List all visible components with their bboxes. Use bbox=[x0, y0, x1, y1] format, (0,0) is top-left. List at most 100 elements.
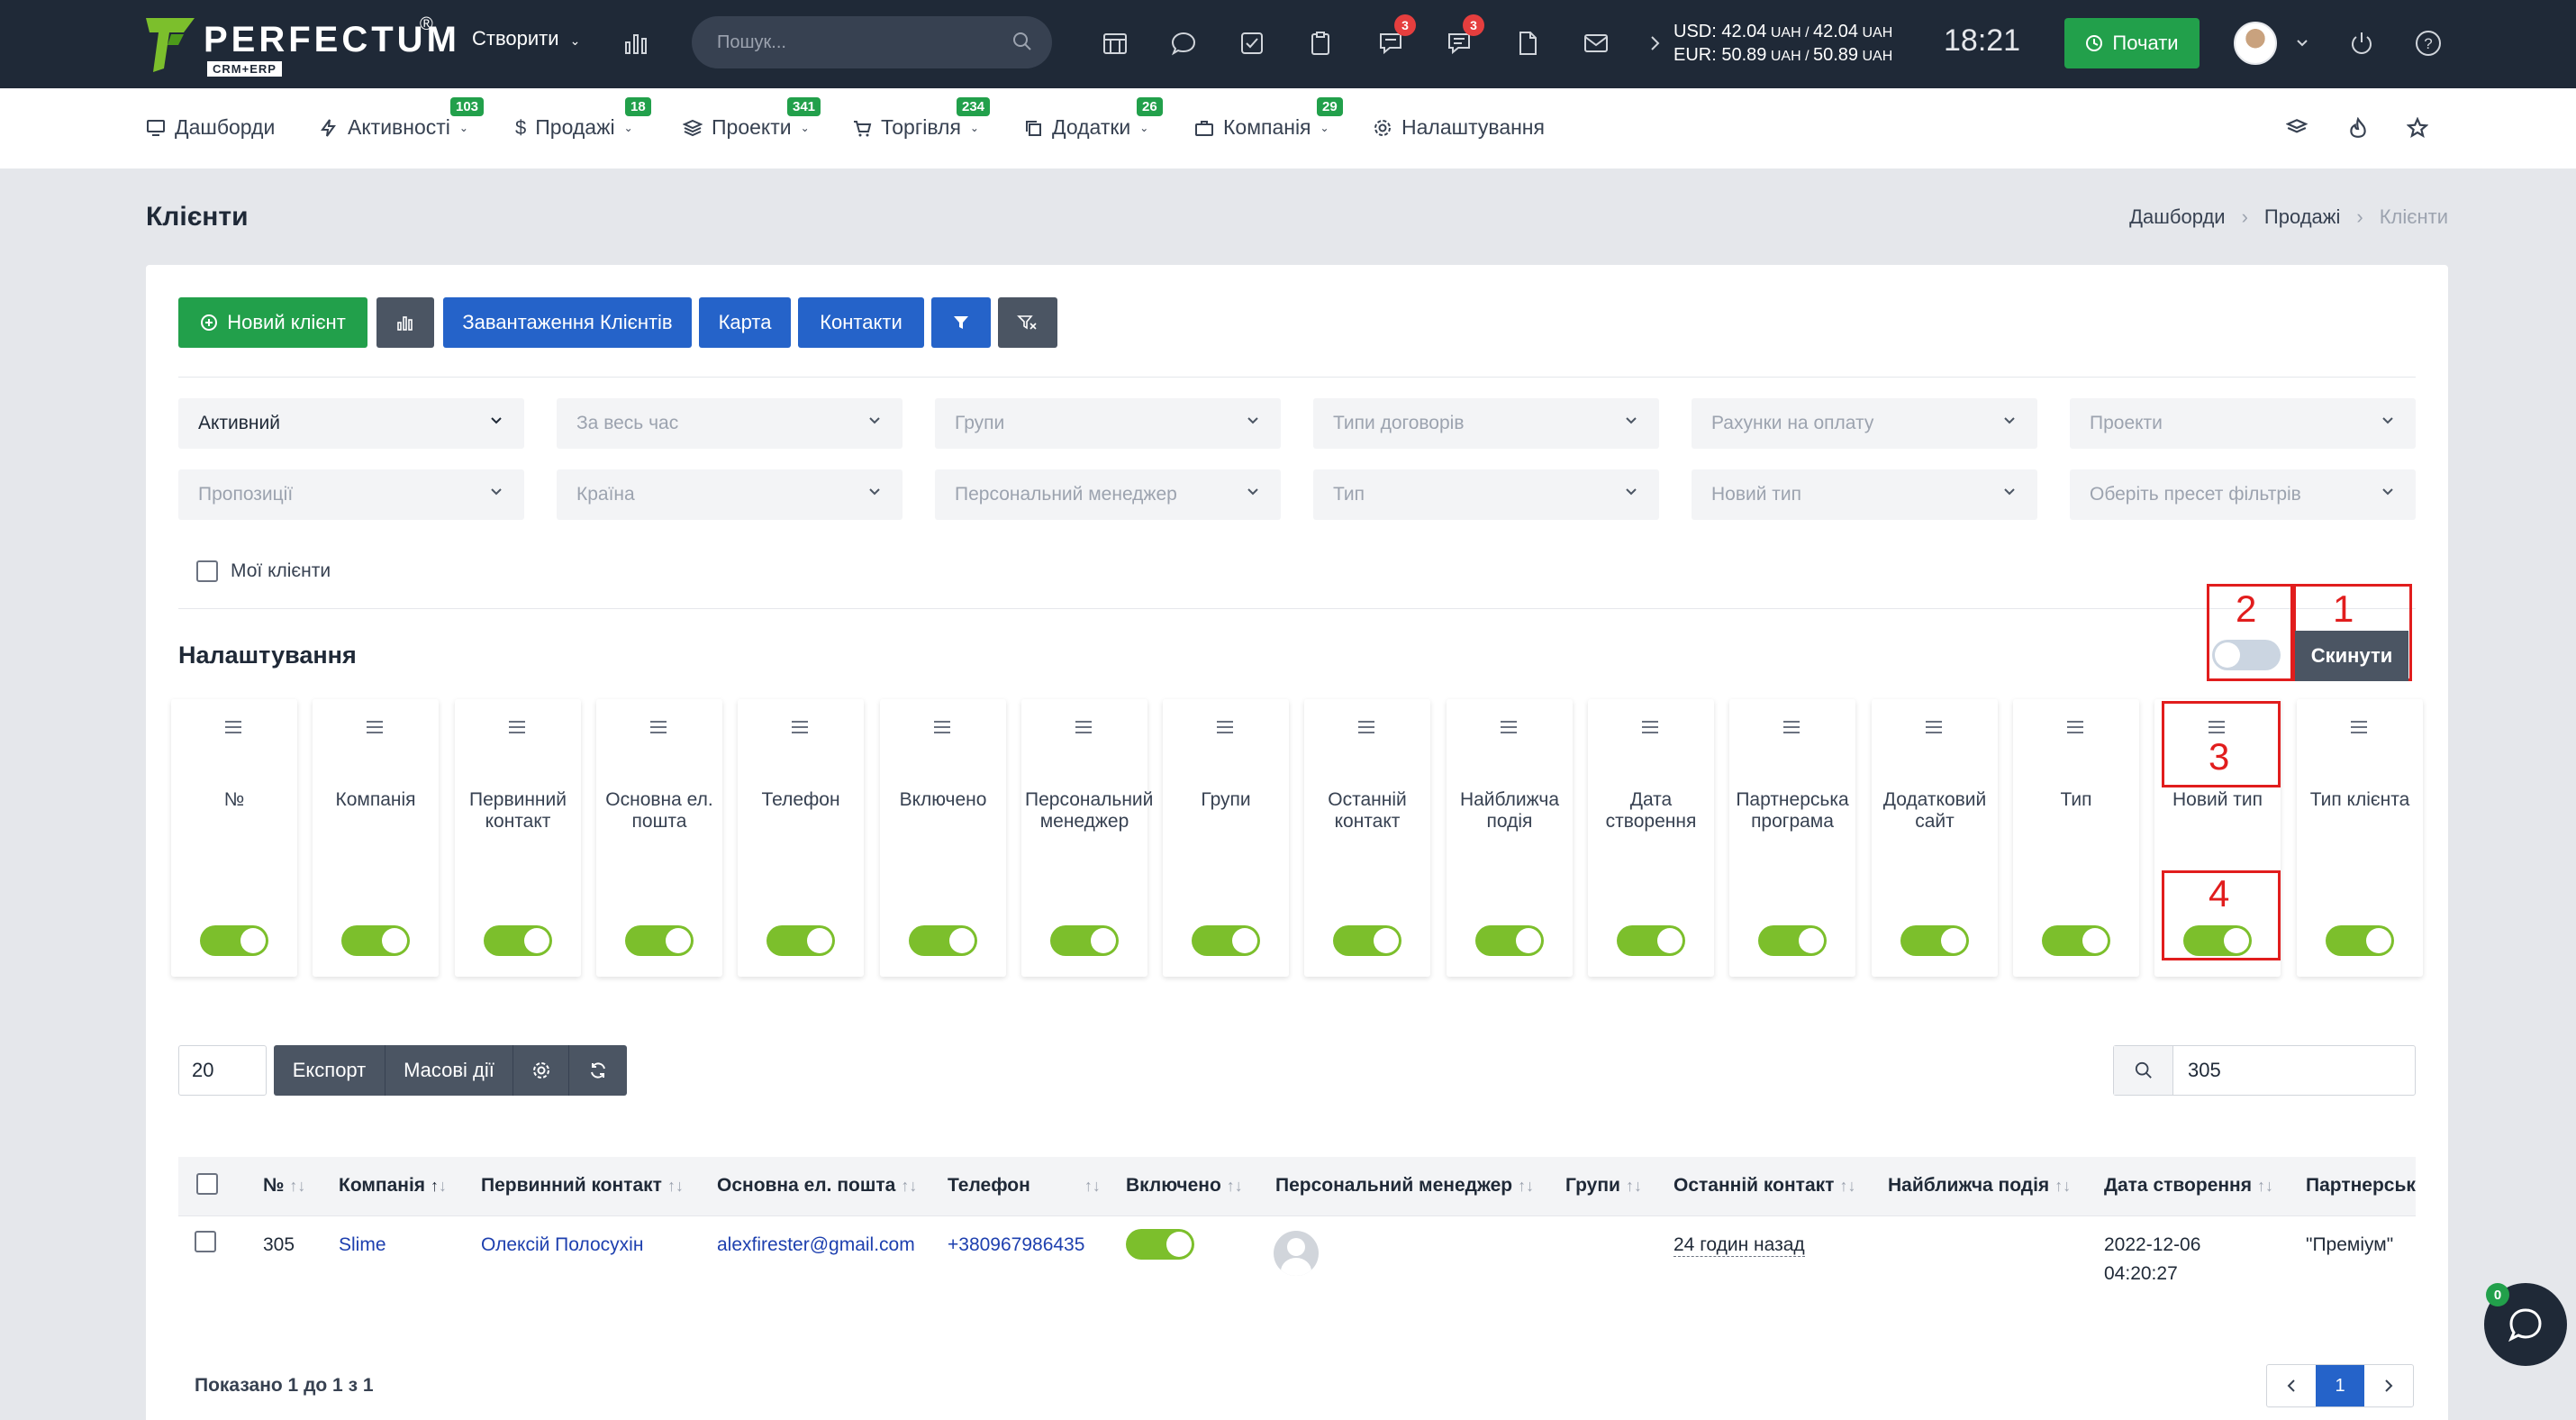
column-visibility-toggle[interactable] bbox=[484, 925, 552, 956]
column-visibility-toggle[interactable] bbox=[1900, 925, 1969, 956]
drag-handle-icon[interactable] bbox=[649, 719, 668, 735]
column-setting-card[interactable]: Найближча подія bbox=[1447, 699, 1573, 977]
drag-handle-icon[interactable] bbox=[1782, 719, 1801, 735]
help-icon[interactable]: ? bbox=[2410, 25, 2446, 61]
drag-handle-icon[interactable] bbox=[1215, 719, 1235, 735]
projects-filter[interactable]: Проекти bbox=[2070, 398, 2416, 449]
contacts-button[interactable]: Контакти bbox=[798, 297, 924, 348]
proposals-filter[interactable]: Пропозиції bbox=[178, 469, 524, 520]
row-enabled-toggle[interactable] bbox=[1126, 1229, 1194, 1260]
column-header-number[interactable]: № ↑↓ bbox=[263, 1175, 305, 1197]
row-checkbox[interactable] bbox=[195, 1231, 216, 1252]
breadcrumb-item[interactable]: Дашборди bbox=[2129, 205, 2225, 229]
contract-types-filter[interactable]: Типи договорів bbox=[1313, 398, 1659, 449]
manager-avatar[interactable] bbox=[1274, 1231, 1319, 1276]
cell-phone-link[interactable]: +380967986435 bbox=[948, 1234, 1084, 1256]
column-visibility-toggle[interactable] bbox=[1192, 925, 1260, 956]
period-filter[interactable]: За весь час bbox=[557, 398, 903, 449]
page-size-select[interactable]: 20 ⇕ bbox=[178, 1045, 428, 1096]
column-visibility-toggle[interactable] bbox=[1475, 925, 1544, 956]
stats-button[interactable] bbox=[376, 297, 434, 348]
column-header-last-contact[interactable]: Останній контакт ↑↓ bbox=[1673, 1175, 1855, 1197]
next-page-button[interactable] bbox=[2364, 1365, 2413, 1406]
star-icon[interactable] bbox=[2399, 110, 2435, 146]
column-setting-card[interactable]: № bbox=[171, 699, 297, 977]
table-settings-button[interactable] bbox=[513, 1045, 569, 1096]
country-filter[interactable]: Країна bbox=[557, 469, 903, 520]
new-type-filter[interactable]: Новий тип bbox=[1692, 469, 2037, 520]
drag-handle-icon[interactable] bbox=[932, 719, 952, 735]
column-visibility-toggle[interactable] bbox=[909, 925, 977, 956]
column-header-enabled[interactable]: Включено ↑↓ bbox=[1126, 1175, 1243, 1197]
status-filter[interactable]: Активний bbox=[178, 398, 524, 449]
column-visibility-toggle[interactable] bbox=[1050, 925, 1119, 956]
manager-filter[interactable]: Персональний менеджер bbox=[935, 469, 1281, 520]
settings-master-toggle[interactable] bbox=[2212, 640, 2281, 670]
logo[interactable]: PERFECTUM ® CRM+ERP bbox=[144, 13, 457, 77]
comments-icon[interactable]: 3 bbox=[1441, 14, 1484, 61]
column-setting-card[interactable]: Групи bbox=[1163, 699, 1289, 977]
nav-addons[interactable]: Додатки ⌄ 26 bbox=[1023, 97, 1163, 140]
column-visibility-toggle[interactable] bbox=[625, 925, 694, 956]
column-header-manager[interactable]: Персональний менеджер ↑↓ bbox=[1275, 1175, 1534, 1197]
nav-settings[interactable]: Налаштування bbox=[1373, 115, 1545, 140]
nav-sales[interactable]: $ Продажі ⌄ 18 bbox=[515, 97, 651, 140]
chat-bubble-icon[interactable] bbox=[1166, 25, 1202, 61]
column-setting-card[interactable]: Додатковий сайт bbox=[1872, 699, 1998, 977]
column-visibility-toggle[interactable] bbox=[200, 925, 268, 956]
create-menu[interactable]: Створити ⌄ bbox=[472, 27, 580, 50]
column-header-primary-contact[interactable]: Первинний контакт ↑↓ bbox=[481, 1175, 684, 1197]
prev-page-button[interactable] bbox=[2267, 1365, 2316, 1406]
column-setting-card[interactable]: Персональний менеджер bbox=[1021, 699, 1153, 977]
table-search-input[interactable] bbox=[2173, 1046, 2408, 1095]
drag-handle-icon[interactable] bbox=[507, 719, 527, 735]
column-visibility-toggle[interactable] bbox=[1758, 925, 1827, 956]
breadcrumb-item[interactable]: Продажі bbox=[2264, 205, 2340, 229]
tasks-icon[interactable] bbox=[1234, 25, 1270, 61]
column-visibility-toggle[interactable] bbox=[1617, 925, 1685, 956]
start-timer-button[interactable]: Почати bbox=[2064, 18, 2200, 68]
column-header-groups[interactable]: Групи ↑↓ bbox=[1565, 1175, 1642, 1197]
column-header-next-event[interactable]: Найближча подія ↑↓ bbox=[1888, 1175, 2071, 1197]
clear-filter-button[interactable] bbox=[998, 297, 1057, 348]
drag-handle-icon[interactable] bbox=[1074, 719, 1093, 735]
refresh-button[interactable] bbox=[569, 1045, 627, 1096]
user-avatar[interactable] bbox=[2234, 22, 2277, 65]
column-visibility-toggle[interactable] bbox=[2042, 925, 2110, 956]
column-setting-card[interactable]: Останній контакт bbox=[1304, 699, 1430, 977]
cell-contact-link[interactable]: Олексій Полосухін bbox=[481, 1234, 643, 1256]
reset-button[interactable]: Скинути bbox=[2295, 631, 2408, 681]
drag-handle-icon[interactable] bbox=[1356, 719, 1376, 735]
map-button[interactable]: Карта bbox=[699, 297, 791, 348]
column-header-company[interactable]: Компанія ↑↓ bbox=[339, 1175, 447, 1197]
page-button[interactable]: 1 bbox=[2316, 1365, 2364, 1406]
invoices-filter[interactable]: Рахунки на оплату bbox=[1692, 398, 2037, 449]
fire-icon[interactable] bbox=[2340, 110, 2376, 146]
column-header-created[interactable]: Дата створення ↑↓ bbox=[2104, 1175, 2273, 1197]
export-button[interactable]: Експорт bbox=[274, 1045, 385, 1096]
column-setting-card[interactable]: Первинний контакт bbox=[455, 699, 581, 977]
column-header-email[interactable]: Основна ел. пошта ↑↓ bbox=[717, 1175, 917, 1197]
drag-handle-icon[interactable] bbox=[2065, 719, 2085, 735]
column-header-phone[interactable]: Телефон ↑↓ bbox=[948, 1175, 1101, 1197]
drag-handle-icon[interactable] bbox=[1640, 719, 1660, 735]
filter-button[interactable] bbox=[931, 297, 991, 348]
messages-icon[interactable]: 3 bbox=[1373, 14, 1416, 61]
search-input[interactable] bbox=[717, 16, 1005, 68]
column-setting-card[interactable]: Партнерська програма bbox=[1729, 699, 1855, 977]
column-setting-card[interactable]: Основна ел. пошта bbox=[596, 699, 722, 977]
groups-filter[interactable]: Групи bbox=[935, 398, 1281, 449]
chevron-right-icon[interactable] bbox=[1637, 25, 1673, 61]
column-setting-card[interactable]: Телефон bbox=[738, 699, 864, 977]
cell-email-link[interactable]: alexfirester@gmail.com bbox=[717, 1234, 915, 1256]
drag-handle-icon[interactable] bbox=[1924, 719, 1944, 735]
column-visibility-toggle[interactable] bbox=[341, 925, 410, 956]
column-visibility-toggle[interactable] bbox=[1333, 925, 1401, 956]
column-visibility-toggle[interactable] bbox=[766, 925, 835, 956]
column-visibility-toggle[interactable] bbox=[2326, 925, 2394, 956]
clipboard-icon[interactable] bbox=[1302, 25, 1338, 61]
nav-activities[interactable]: Активності ⌄ 103 bbox=[319, 97, 485, 140]
drag-handle-icon[interactable] bbox=[2349, 719, 2369, 735]
upload-clients-button[interactable]: Завантаження Клієнтів bbox=[443, 297, 692, 348]
layers-icon[interactable] bbox=[2279, 110, 2315, 146]
